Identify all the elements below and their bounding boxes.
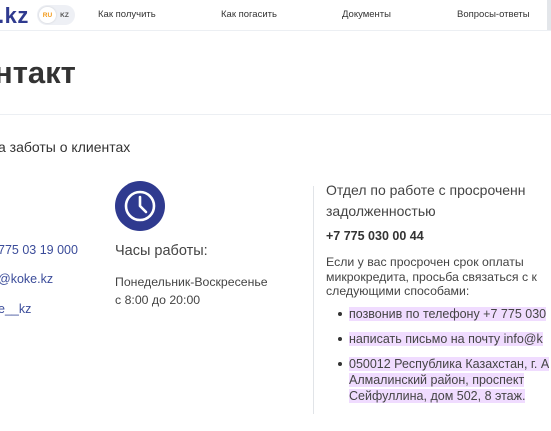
- department-text-line: микрокредита, просьба связаться с к: [326, 269, 537, 284]
- section-divider: [0, 114, 551, 115]
- section-subtitle: а заботы о клиентах: [0, 139, 131, 155]
- list-item: 050012 Республика Казахстан, г. А Алмали…: [326, 356, 550, 404]
- contact-methods-list: позвонив по телефону +7 775 030 написать…: [326, 306, 550, 413]
- department-title-line: Отдел по работе с просроченн: [326, 182, 526, 198]
- contact-phone-link[interactable]: 775 03 19 000: [0, 243, 78, 257]
- page-title: нтакт: [0, 55, 76, 90]
- list-item: позвонив по телефону +7 775 030: [326, 306, 549, 322]
- hours-title: Часы работы:: [115, 243, 208, 259]
- hours-days: Понедельник-Воскресенье: [115, 275, 268, 289]
- nav-how-to-repay[interactable]: Как погасить: [221, 9, 277, 20]
- method-email: написать письмо на почту info@k: [349, 332, 543, 346]
- column-divider: [313, 186, 314, 414]
- department-phone[interactable]: +7 775 030 00 44: [326, 229, 424, 243]
- header-divider: [0, 30, 551, 31]
- department-text: Если у вас просрочен срок оплаты микрокр…: [326, 255, 537, 299]
- department-title: Отдел по работе с просроченн задолженнос…: [326, 180, 551, 222]
- header-edge-button: [547, 0, 551, 30]
- clock-icon: [115, 181, 165, 231]
- method-address-line: Алмалинский район, проспект: [349, 373, 525, 387]
- nav-how-to-get[interactable]: Как получить: [98, 9, 156, 20]
- contact-email-link[interactable]: @koke.kz: [0, 272, 53, 286]
- lang-kz-button[interactable]: KZ: [56, 7, 73, 23]
- nav-documents[interactable]: Документы: [342, 9, 391, 20]
- department-text-line: Если у вас просрочен срок оплаты: [326, 255, 524, 269]
- nav-faq[interactable]: Вопросы-ответы: [457, 9, 530, 20]
- department-title-line: задолженностью: [326, 203, 436, 219]
- language-switch[interactable]: RU KZ: [37, 5, 75, 25]
- hours-time: с 8:00 до 20:00: [115, 293, 201, 307]
- list-item: написать письмо на почту info@k: [326, 331, 549, 347]
- method-call: позвонив по телефону +7 775 030: [349, 307, 547, 321]
- lang-ru-button[interactable]: RU: [39, 7, 56, 23]
- contact-social-link[interactable]: e__kz: [0, 302, 31, 316]
- method-address-line: 050012 Республика Казахстан, г. А: [349, 357, 550, 371]
- logo[interactable]: .kz: [0, 3, 29, 29]
- hours-text: Понедельник-Воскресенье с 8:00 до 20:00: [115, 273, 295, 309]
- department-text-line: следующими способами:: [326, 284, 470, 298]
- method-address-line: Сейфуллина, дом 502, 8 этаж.: [349, 389, 526, 403]
